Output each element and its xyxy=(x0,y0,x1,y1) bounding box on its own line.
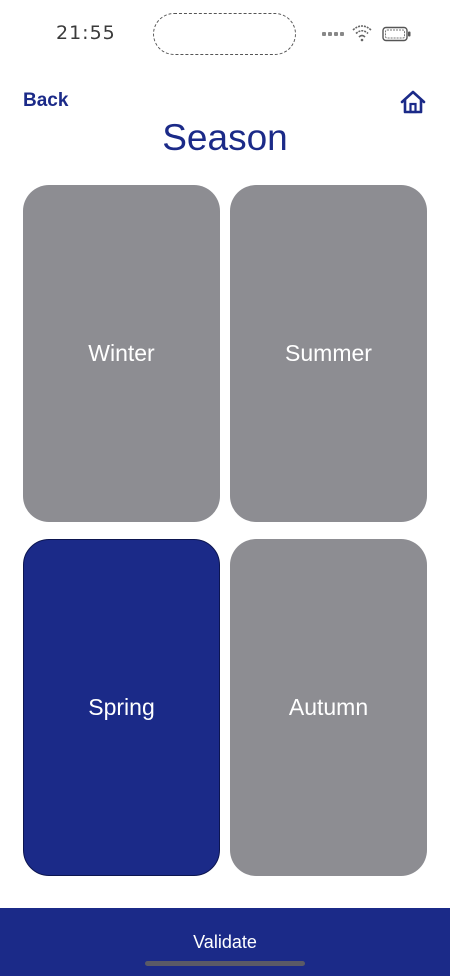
season-label: Winter xyxy=(88,340,155,366)
season-label: Summer xyxy=(285,340,372,366)
season-label: Autumn xyxy=(288,694,369,720)
battery-icon xyxy=(382,26,411,42)
status-icons xyxy=(322,24,414,44)
dynamic-island xyxy=(153,13,296,55)
validate-label: Validate xyxy=(193,932,257,952)
season-tile-winter[interactable]: Winter xyxy=(23,185,220,522)
home-indicator xyxy=(145,961,305,966)
page-title: Season xyxy=(162,117,288,158)
season-tile-spring[interactable]: Spring xyxy=(23,539,220,876)
status-time: 21:55 xyxy=(56,22,116,44)
back-button[interactable]: Back xyxy=(23,90,68,112)
wifi-icon xyxy=(352,25,372,42)
season-screen: 21:55 Back Season Winter Summer Spring A… xyxy=(0,0,450,976)
status-bar: 21:55 xyxy=(0,0,450,70)
season-label: Spring xyxy=(88,694,155,720)
season-tile-summer[interactable]: Summer xyxy=(230,185,427,522)
season-grid: Winter Summer Spring Autumn xyxy=(23,185,427,876)
validate-button[interactable]: Validate xyxy=(0,908,450,976)
signal-icon xyxy=(322,32,346,38)
season-tile-autumn[interactable]: Autumn xyxy=(230,539,427,876)
